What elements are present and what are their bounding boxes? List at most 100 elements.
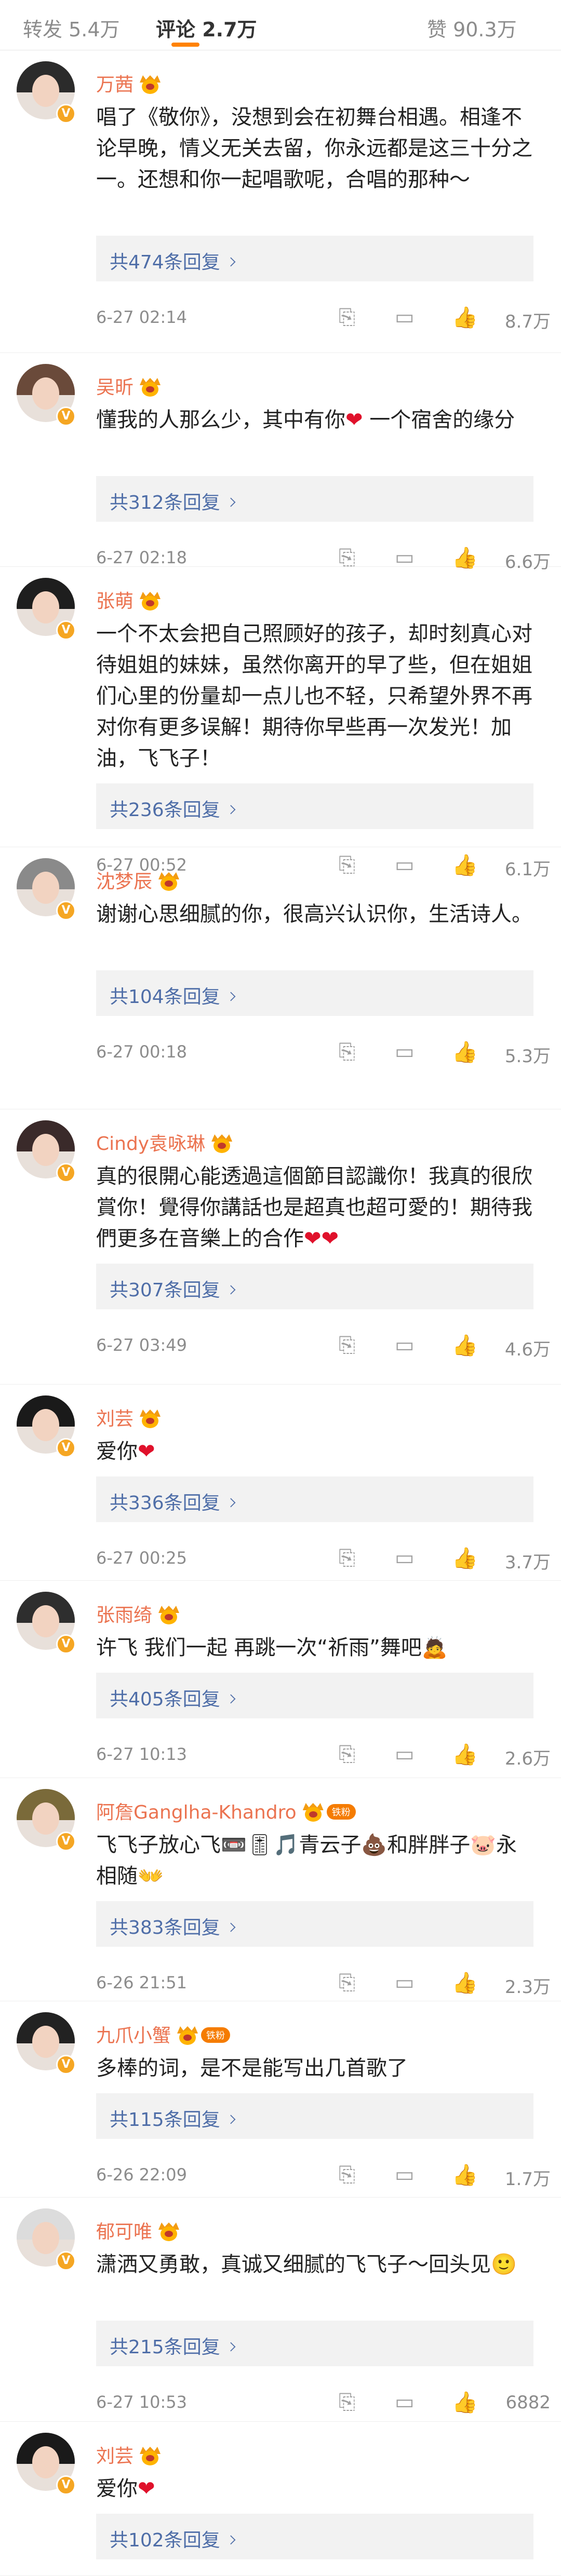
comment-icon[interactable]: ▭ <box>395 305 415 329</box>
reply-count-link[interactable]: 共312条回复 <box>110 487 236 514</box>
repost-icon[interactable]: ⎘ <box>339 2390 355 2414</box>
like-icon[interactable]: 👍 <box>452 305 478 330</box>
username-text: 九爪小蟹 <box>96 2025 171 2046</box>
repost-icon[interactable]: ⎘ <box>339 1742 355 1766</box>
comment-username[interactable]: 阿詹Ganglha-Khandro 铁粉 <box>96 1797 356 1824</box>
reply-box[interactable]: 共102条回复 <box>96 2514 533 2559</box>
avatar-face <box>32 1802 59 1835</box>
avatar-face <box>32 377 59 410</box>
comment-icon[interactable]: ▭ <box>395 1040 415 1064</box>
comment-username[interactable]: 万茜 <box>96 70 162 97</box>
reply-box[interactable]: 共307条回复 <box>96 1264 533 1309</box>
comment-time: 6-27 02:14 <box>96 307 188 327</box>
reply-count-link[interactable]: 共336条回复 <box>110 1488 236 1515</box>
repost-icon[interactable]: ⎘ <box>339 1546 355 1570</box>
crown-badge-icon <box>176 2026 199 2045</box>
username-text: 万茜 <box>96 74 134 96</box>
comment-thread: V 张萌一个不太会把自己照顾好的孩子，却时刻真心对待姐姐的妹妹，虽然你离开的早了些… <box>0 566 561 880</box>
tab-reposts[interactable]: 转发 5.4万 <box>23 13 120 42</box>
comment-icon[interactable]: ▭ <box>395 1742 415 1766</box>
reply-box[interactable]: 共236条回复 <box>96 783 533 829</box>
comment-text: 谢谢心思细腻的你，很高兴认识你，生活诗人。 <box>96 899 532 930</box>
chevron-right-icon <box>226 497 236 507</box>
reply-count-text: 共312条回复 <box>110 492 220 513</box>
comment-username[interactable]: 吴昕 <box>96 372 162 399</box>
repost-icon[interactable]: ⎘ <box>339 305 355 329</box>
avatar-face <box>32 1605 59 1637</box>
chevron-right-icon <box>226 992 236 1001</box>
comment-username[interactable]: 刘芸 <box>96 2441 162 2468</box>
comment-icon[interactable]: ▭ <box>395 1971 415 1995</box>
comment-username[interactable]: 刘芸 <box>96 1404 162 1431</box>
like-icon[interactable]: 👍 <box>452 1040 478 1064</box>
reply-count-link[interactable]: 共102条回复 <box>110 2525 236 2552</box>
tab-comments[interactable]: 评论 2.7万 <box>156 13 257 42</box>
tab-likes[interactable]: 赞 90.3万 <box>427 13 517 42</box>
reply-box[interactable]: 共215条回复 <box>96 2321 533 2366</box>
crown-badge-icon <box>139 1409 162 1428</box>
comment-icon[interactable]: ▭ <box>395 1333 415 1357</box>
reply-count-link[interactable]: 共115条回复 <box>110 2105 236 2132</box>
repost-icon[interactable]: ⎘ <box>339 1040 355 1064</box>
reply-count-link[interactable]: 共215条回复 <box>110 2332 236 2359</box>
like-icon[interactable]: 👍 <box>452 1546 478 1570</box>
reply-count-link[interactable]: 共383条回复 <box>110 1913 236 1940</box>
verified-icon: V <box>56 2251 76 2271</box>
comment-username[interactable]: 张雨绮 <box>96 1600 180 1627</box>
comment-username[interactable]: 张萌 <box>96 586 162 613</box>
like-icon[interactable]: 👍 <box>452 1333 478 1358</box>
like-icon[interactable]: 👍 <box>452 1742 478 1767</box>
reply-box[interactable]: 共405条回复 <box>96 1673 533 1718</box>
repost-icon[interactable]: ⎘ <box>339 1333 355 1357</box>
comment-text: 潇洒又勇敢，真诚又细腻的飞飞子～回头见🙂 <box>96 2249 532 2280</box>
username-text: Cindy袁咏琳 <box>96 1133 206 1155</box>
reply-box[interactable]: 共474条回复 <box>96 236 533 281</box>
reply-box[interactable]: 共383条回复 <box>96 1901 533 1947</box>
reply-count-link[interactable]: 共104条回复 <box>110 982 236 1009</box>
comment-thread: V 刘芸 爱你❤ 共336条回复 6-27 00:25 ⎘ ▭ 👍 3.7万 <box>0 1384 561 1581</box>
comment-icon[interactable]: ▭ <box>395 1546 415 1570</box>
like-count: 3.7万 <box>504 1552 551 1573</box>
comment-thread: V 万茜 唱了《敬你》，没想到会在初舞台相遇。相逢不论早晚，情义无关去留，你永远都是… <box>0 50 561 353</box>
comment-icon[interactable]: ▭ <box>395 2163 415 2187</box>
reply-box[interactable]: 共312条回复 <box>96 476 533 522</box>
reply-box[interactable]: 共104条回复 <box>96 970 533 1016</box>
like-icon[interactable]: 👍 <box>452 1971 478 1995</box>
username-text: 郁可唯 <box>96 2221 153 2243</box>
comment-body: 潇洒又勇敢，真诚又细腻的飞飞子～回头见 <box>96 2253 491 2276</box>
comment-text: 一个不太会把自己照顾好的孩子，却时刻真心对待姐姐的妹妹，虽然你离开的早了些，但在… <box>96 618 532 774</box>
repost-icon[interactable]: ⎘ <box>339 1971 355 1995</box>
reply-count-link[interactable]: 共236条回复 <box>110 795 236 822</box>
comment-text: 爱你❤ <box>96 1436 532 1467</box>
reply-count-link[interactable]: 共405条回复 <box>110 1684 236 1711</box>
comment-thread: V 郁可唯 潇洒又勇敢，真诚又细腻的飞飞子～回头见🙂 共215条回复 6-27 10:5… <box>0 2197 561 2422</box>
verified-icon: V <box>56 620 76 640</box>
reply-count-link[interactable]: 共474条回复 <box>110 247 236 274</box>
like-icon[interactable]: 👍 <box>452 2163 478 2187</box>
reply-count-link[interactable]: 共307条回复 <box>110 1275 236 1302</box>
comment-username[interactable]: 沈梦辰 <box>96 866 180 893</box>
comment-icon[interactable]: ▭ <box>395 2390 415 2414</box>
comment-thread: V 刘芸 爱你❤ 共102条回复 <box>0 2421 561 2576</box>
comment-time: 6-26 22:09 <box>96 2165 188 2185</box>
chevron-right-icon <box>226 2114 236 2124</box>
reply-box[interactable]: 共336条回复 <box>96 1476 533 1522</box>
avatar-face <box>32 872 59 904</box>
username-text: 阿詹Ganglha-Khandro <box>96 1802 297 1823</box>
reply-count-text: 共102条回复 <box>110 2530 220 2551</box>
repost-icon[interactable]: ⎘ <box>339 2163 355 2187</box>
verified-icon: V <box>56 1163 76 1183</box>
comment-time: 6-27 00:18 <box>96 1042 188 1062</box>
verified-icon: V <box>56 2055 76 2075</box>
comment-username[interactable]: Cindy袁咏琳 <box>96 1129 233 1156</box>
username-text: 吴昕 <box>96 377 134 398</box>
avatar-face <box>32 75 59 107</box>
reply-box[interactable]: 共115条回复 <box>96 2093 533 2139</box>
chevron-right-icon <box>226 2342 236 2352</box>
comment-username[interactable]: 九爪小蟹 铁粉 <box>96 2021 231 2048</box>
like-count: 1.7万 <box>504 2169 551 2190</box>
reply-count-text: 共215条回复 <box>110 2337 220 2358</box>
chevron-right-icon <box>226 1694 236 1704</box>
comment-username[interactable]: 郁可唯 <box>96 2217 180 2244</box>
like-icon[interactable]: 👍 <box>452 2390 478 2415</box>
